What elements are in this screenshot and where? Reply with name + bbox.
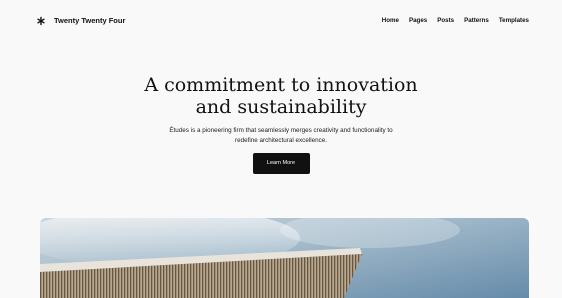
site-title[interactable]: Twenty Twenty Four	[54, 16, 125, 26]
site-header: Twenty Twenty Four Home Pages Posts Patt…	[0, 0, 562, 44]
hero-section: A commitment to innovation and sustainab…	[0, 74, 562, 174]
hero-title: A commitment to innovation and sustainab…	[144, 74, 418, 118]
nav-patterns[interactable]: Patterns	[464, 16, 489, 26]
nav-home[interactable]: Home	[382, 16, 399, 26]
primary-nav: Home Pages Posts Patterns Templates	[382, 16, 529, 26]
asterisk-logo-icon[interactable]	[36, 16, 46, 26]
nav-pages[interactable]: Pages	[409, 16, 427, 26]
learn-more-button[interactable]: Learn More	[252, 153, 310, 174]
architecture-photo	[40, 218, 529, 298]
nav-posts[interactable]: Posts	[437, 16, 454, 26]
nav-templates[interactable]: Templates	[499, 16, 529, 26]
hero-description: Études is a pioneering firm that seamles…	[169, 127, 393, 144]
architecture-photo-graphic	[40, 218, 529, 298]
